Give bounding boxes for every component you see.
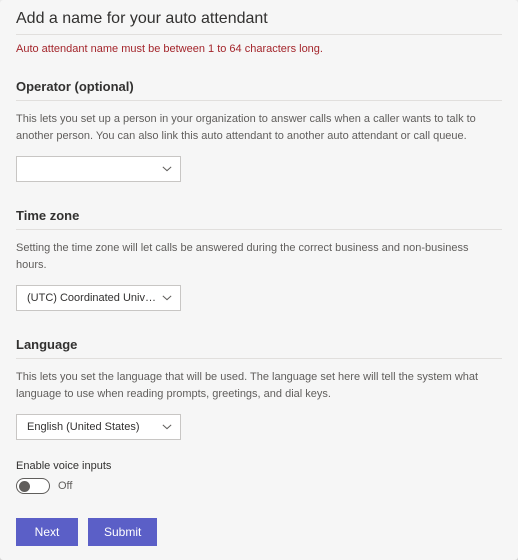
- voice-inputs-toggle-row: Off: [16, 478, 502, 494]
- operator-section: Operator (optional) This lets you set up…: [16, 79, 502, 182]
- language-description: This lets you set the language that will…: [16, 369, 486, 402]
- toggle-knob: [19, 481, 30, 492]
- next-button[interactable]: Next: [16, 518, 78, 546]
- timezone-divider: [16, 229, 502, 230]
- operator-dropdown[interactable]: [16, 156, 181, 182]
- operator-description: This lets you set up a person in your or…: [16, 111, 486, 144]
- voice-inputs-label: Enable voice inputs: [16, 460, 502, 472]
- footer-actions: Next Submit: [16, 518, 157, 546]
- language-section: Language This lets you set the language …: [16, 337, 502, 440]
- language-divider: [16, 358, 502, 359]
- language-dropdown-label: English (United States): [27, 421, 156, 433]
- language-dropdown[interactable]: English (United States): [16, 414, 181, 440]
- operator-heading: Operator (optional): [16, 79, 502, 94]
- timezone-dropdown[interactable]: (UTC) Coordinated Universal ...: [16, 285, 181, 311]
- auto-attendant-pane: Add a name for your auto attendant Auto …: [0, 0, 518, 560]
- timezone-dropdown-label: (UTC) Coordinated Universal ...: [27, 292, 156, 304]
- chevron-down-icon: [162, 293, 172, 303]
- language-heading: Language: [16, 337, 502, 352]
- title-divider: [16, 34, 502, 35]
- page-title: Add a name for your auto attendant: [16, 10, 502, 28]
- timezone-section: Time zone Setting the time zone will let…: [16, 208, 502, 311]
- chevron-down-icon: [162, 164, 172, 174]
- name-error-message: Auto attendant name must be between 1 to…: [16, 43, 502, 55]
- voice-inputs-state: Off: [58, 480, 72, 492]
- timezone-description: Setting the time zone will let calls be …: [16, 240, 486, 273]
- chevron-down-icon: [162, 422, 172, 432]
- submit-button[interactable]: Submit: [88, 518, 157, 546]
- voice-inputs-section: Enable voice inputs Off: [16, 460, 502, 494]
- operator-divider: [16, 100, 502, 101]
- timezone-heading: Time zone: [16, 208, 502, 223]
- voice-inputs-toggle[interactable]: [16, 478, 50, 494]
